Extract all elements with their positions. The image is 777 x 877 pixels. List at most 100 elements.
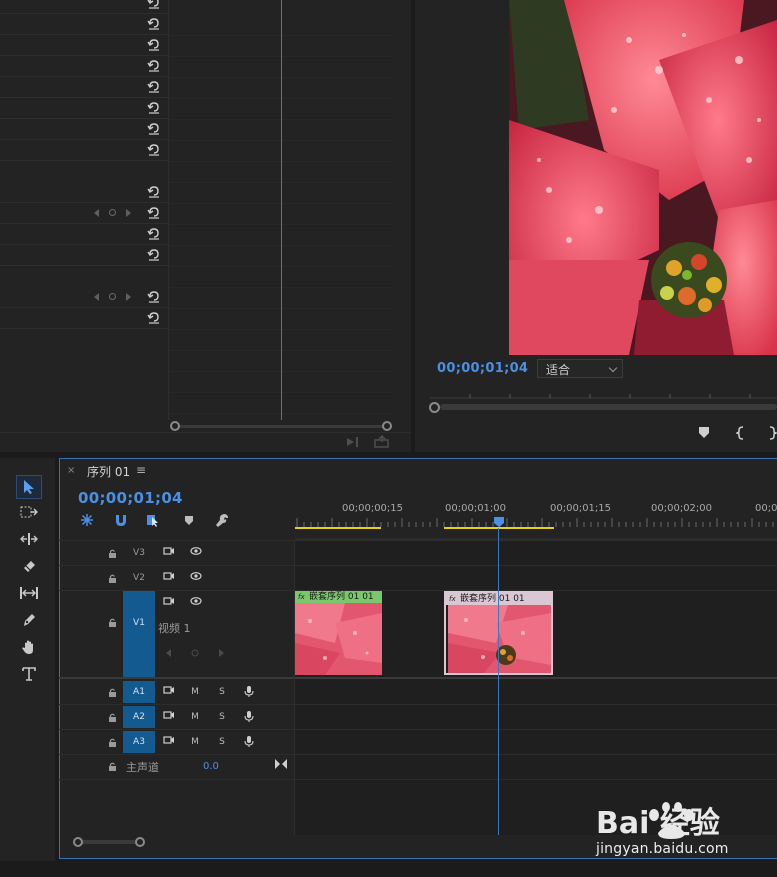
mute-track-button[interactable]: M	[188, 685, 202, 699]
scroll-handle-right[interactable]	[382, 421, 392, 431]
add-marker-button[interactable]	[181, 512, 197, 528]
scroll-handle-left[interactable]	[170, 421, 180, 431]
work-area-bar-1[interactable]	[295, 527, 381, 529]
slip-tool[interactable]	[16, 581, 42, 605]
reset-parameter-icon[interactable]	[147, 185, 160, 198]
reset-parameter-icon[interactable]	[147, 59, 160, 72]
toggle-sync-lock-icon[interactable]	[162, 571, 176, 585]
scroll-track[interactable]	[175, 425, 387, 428]
ripple-edit-tool[interactable]	[16, 527, 42, 551]
video-audio-divider[interactable]	[59, 677, 777, 679]
previous-keyframe-icon[interactable]	[94, 293, 99, 301]
reset-parameter-icon[interactable]	[147, 38, 160, 51]
record-voiceover-mic-icon[interactable]	[242, 710, 256, 724]
effect-property-row[interactable]	[0, 245, 168, 266]
close-tab-icon[interactable]: ×	[67, 465, 75, 476]
reset-parameter-icon[interactable]	[147, 0, 160, 9]
add-keyframe-icon[interactable]	[109, 209, 116, 216]
toggle-output-eye-icon[interactable]	[189, 546, 203, 560]
mute-track-button[interactable]: M	[188, 710, 202, 724]
program-monitor-scroll-track[interactable]	[440, 404, 777, 410]
track-name-v1[interactable]: V1	[123, 591, 155, 677]
reset-parameter-icon[interactable]	[147, 311, 160, 324]
lock-track-icon[interactable]	[108, 687, 117, 697]
type-tool[interactable]	[16, 662, 42, 686]
effect-property-row[interactable]	[0, 203, 168, 224]
mute-track-button[interactable]: M	[188, 735, 202, 749]
tab-sequence-01[interactable]: 序列 01	[87, 463, 130, 480]
scroll-handle-right[interactable]	[135, 837, 145, 847]
reset-parameter-icon[interactable]	[147, 290, 160, 303]
master-volume-value[interactable]: 0.0	[203, 761, 219, 772]
track-name-v2[interactable]: V2	[123, 567, 155, 589]
next-keyframe-icon[interactable]	[126, 209, 131, 217]
tab-menu-icon[interactable]: ≡	[136, 463, 146, 477]
lock-track-icon[interactable]	[108, 761, 117, 771]
toggle-output-eye-icon[interactable]	[189, 596, 203, 610]
keyframe-navigator[interactable]	[94, 292, 134, 302]
keyframe-navigator[interactable]	[165, 648, 224, 658]
lock-track-icon[interactable]	[108, 617, 117, 627]
fx-badge[interactable]: fx	[298, 592, 308, 602]
next-keyframe-icon[interactable]	[126, 293, 131, 301]
effect-property-row[interactable]	[0, 119, 168, 140]
reset-parameter-icon[interactable]	[147, 206, 160, 219]
razor-tool[interactable]	[16, 554, 42, 578]
toggle-sync-lock-icon[interactable]	[162, 596, 176, 610]
effect-property-row[interactable]	[0, 0, 168, 14]
toggle-output-eye-icon[interactable]	[189, 571, 203, 585]
timeline-time-ruler[interactable]	[295, 490, 777, 540]
lock-track-icon[interactable]	[108, 737, 117, 747]
program-monitor-timecode[interactable]: 00;00;01;04	[437, 361, 528, 376]
effect-property-row[interactable]	[0, 224, 168, 245]
effect-controls-divider[interactable]	[168, 0, 169, 420]
effect-property-row[interactable]	[0, 98, 168, 119]
effect-property-row[interactable]	[0, 35, 168, 56]
hand-tool[interactable]	[16, 635, 42, 659]
track-name-a3[interactable]: A3	[123, 731, 155, 753]
timeline-playhead[interactable]	[498, 528, 499, 835]
reset-parameter-icon[interactable]	[147, 17, 160, 30]
timeline-timecode[interactable]: 00;00;01;04	[78, 489, 183, 507]
track-name-a1[interactable]: A1	[123, 681, 155, 703]
reset-parameter-icon[interactable]	[147, 80, 160, 93]
effect-property-row[interactable]	[0, 182, 168, 203]
reset-parameter-icon[interactable]	[147, 143, 160, 156]
record-voiceover-mic-icon[interactable]	[242, 735, 256, 749]
clip-nested-sequence-01-a[interactable]: fx 嵌套序列 01 01	[295, 591, 382, 675]
effect-property-row[interactable]	[0, 56, 168, 77]
record-voiceover-mic-icon[interactable]	[242, 685, 256, 699]
previous-keyframe-icon[interactable]	[94, 209, 99, 217]
toggle-sync-lock-icon[interactable]	[162, 735, 176, 749]
track-name-a2[interactable]: A2	[123, 706, 155, 728]
nest-sequence-button[interactable]	[79, 512, 95, 528]
export-icon[interactable]	[374, 435, 390, 448]
timeline-track-area[interactable]	[295, 540, 777, 835]
track-select-tool[interactable]	[16, 500, 42, 524]
toggle-sync-lock-icon[interactable]	[162, 546, 176, 560]
keyframe-navigator[interactable]	[94, 208, 134, 218]
toggle-sync-lock-icon[interactable]	[162, 685, 176, 699]
effect-controls-scrollbar[interactable]	[170, 421, 392, 431]
zoom-fit-select[interactable]: 适合	[537, 359, 623, 378]
solo-track-button[interactable]: S	[215, 735, 229, 749]
effect-controls-playhead[interactable]	[281, 0, 282, 420]
mark-in-icon[interactable]	[736, 426, 746, 440]
reset-parameter-icon[interactable]	[147, 227, 160, 240]
toggle-sync-lock-icon[interactable]	[162, 710, 176, 724]
go-to-in-out-icon[interactable]	[274, 758, 288, 770]
timeline-settings-button[interactable]	[214, 512, 230, 528]
effect-property-row[interactable]	[0, 140, 168, 161]
scroll-track[interactable]	[78, 840, 142, 844]
fx-badge[interactable]: fx	[449, 594, 459, 604]
solo-track-button[interactable]: S	[215, 685, 229, 699]
lock-track-icon[interactable]	[108, 573, 117, 583]
add-keyframe-icon[interactable]	[109, 293, 116, 300]
program-monitor-scroll-handle[interactable]	[429, 402, 440, 413]
mark-out-icon[interactable]	[768, 426, 777, 440]
effect-property-row[interactable]	[0, 77, 168, 98]
selection-tool[interactable]	[16, 475, 42, 499]
filter-audio-icon[interactable]	[346, 436, 362, 448]
program-monitor-video[interactable]	[509, 0, 777, 355]
linked-selection-button[interactable]	[146, 512, 162, 528]
